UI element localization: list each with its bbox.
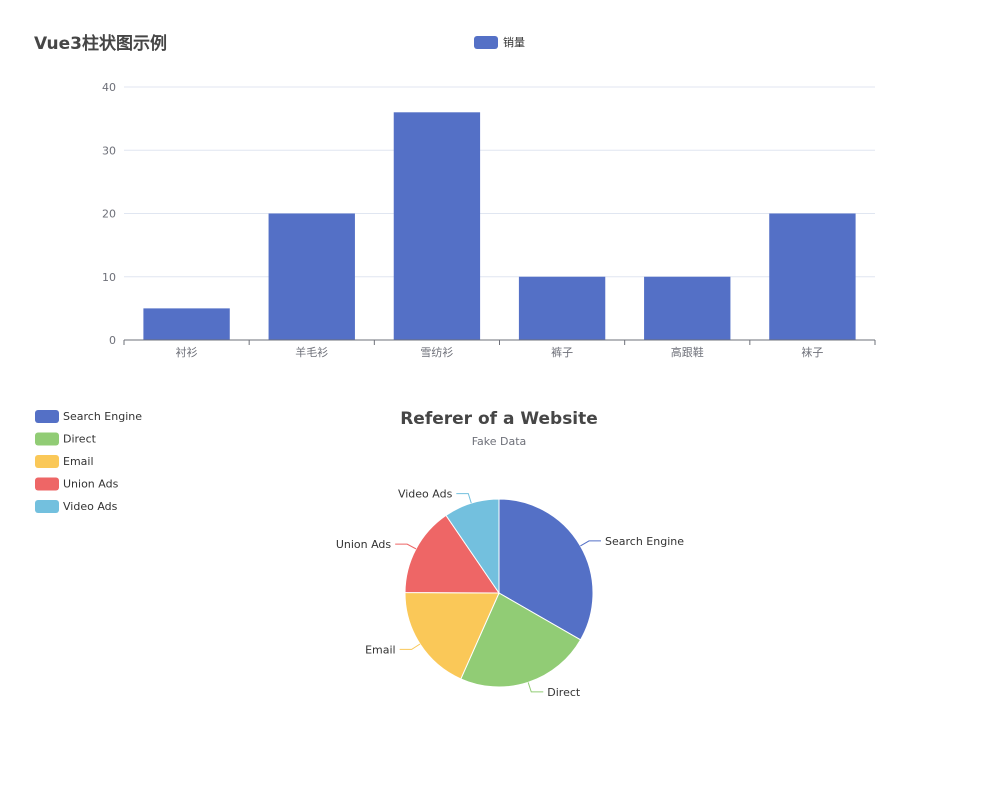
pie-legend-label: Email	[63, 455, 94, 468]
pie-legend-swatch	[35, 455, 59, 468]
pie-label-line	[456, 493, 472, 504]
chart-canvas: Vue3柱状图示例 销量 0 10 20 30 40 衬衫 羊毛衫 雪纺衫 裤子 高跟鞋 袜子 R…	[34, 33, 876, 699]
pie-legend-item[interactable]: Search Engine	[35, 410, 142, 423]
x-tick-label: 衬衫	[176, 346, 198, 359]
x-tick-label: 雪纺衫	[420, 345, 453, 359]
pie-label-line	[395, 543, 417, 550]
bar-series	[143, 112, 856, 341]
bar[interactable]	[518, 276, 606, 340]
pie-series	[404, 498, 594, 688]
pie-legend-swatch	[35, 500, 59, 513]
x-tick-label: 裤子	[551, 345, 573, 359]
pie-legend-swatch	[35, 410, 59, 423]
bar[interactable]	[393, 112, 481, 340]
pie-slice-label: Direct	[547, 686, 581, 699]
pie-chart: Referer of a Website Fake Data Search En…	[35, 409, 684, 699]
pie-chart-title: Referer of a Website	[400, 409, 598, 429]
pie-label-line	[527, 682, 544, 693]
bar-x-axis: 衬衫 羊毛衫 雪纺衫 裤子 高跟鞋 袜子	[123, 339, 876, 359]
pie-slice-label: Union Ads	[336, 538, 392, 551]
pie-legend-label: Direct	[63, 433, 97, 446]
bar-y-axis: 0 10 20 30 40	[102, 81, 116, 347]
bar-legend-label: 销量	[503, 35, 525, 49]
bar[interactable]	[644, 276, 731, 340]
pie-label-line	[399, 643, 421, 650]
bar[interactable]	[769, 213, 856, 341]
bar-chart-title: Vue3柱状图示例	[34, 33, 167, 54]
bar[interactable]	[268, 213, 355, 341]
x-tick-label: 袜子	[801, 345, 823, 359]
y-tick-label: 20	[102, 208, 116, 221]
pie-legend-item[interactable]: Video Ads	[35, 500, 118, 513]
pie-slice-label: Email	[365, 643, 396, 656]
pie-legend-item[interactable]: Email	[35, 455, 94, 468]
pie-slice-label: Video Ads	[398, 488, 453, 501]
pie-legend: Search Engine Direct Email Union Ads Video A…	[35, 410, 142, 513]
pie-legend-label: Search Engine	[63, 410, 142, 423]
y-tick-label: 0	[109, 334, 116, 347]
bar[interactable]	[143, 308, 230, 340]
bar-grid	[124, 86, 875, 278]
y-tick-label: 30	[102, 144, 116, 157]
pie-legend-item[interactable]: Direct	[35, 432, 97, 446]
pie-legend-label: Union Ads	[63, 478, 119, 491]
x-tick-label: 高跟鞋	[671, 345, 704, 359]
pie-legend-item[interactable]: Union Ads	[35, 477, 119, 491]
y-tick-label: 10	[102, 271, 116, 284]
pie-legend-label: Video Ads	[63, 500, 118, 513]
pie-slice-label: Search Engine	[605, 535, 684, 548]
bar-chart: Vue3柱状图示例 销量 0 10 20 30 40 衬衫 羊毛衫 雪纺衫 裤子 高跟鞋 袜子	[34, 33, 876, 359]
bar-legend[interactable]: 销量	[474, 35, 525, 49]
bar-legend-swatch	[474, 36, 498, 49]
pie-legend-swatch	[35, 477, 59, 491]
y-tick-label: 40	[102, 81, 116, 94]
pie-label-line	[580, 540, 602, 547]
pie-legend-swatch	[35, 432, 59, 446]
pie-chart-subtitle: Fake Data	[472, 435, 527, 448]
x-tick-label: 羊毛衫	[295, 345, 328, 359]
